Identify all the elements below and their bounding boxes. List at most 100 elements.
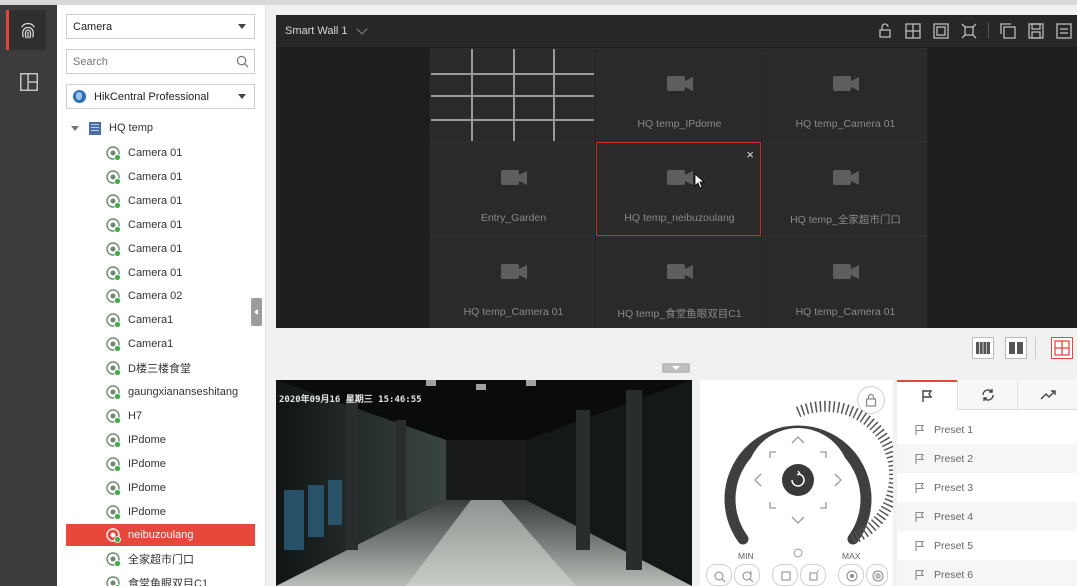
rail-item-monitoring[interactable] (6, 10, 46, 50)
wall-window[interactable]: HQ temp_Camera 01 (430, 236, 595, 330)
tree-item-camera[interactable]: Camera 01 (66, 262, 255, 284)
preset-row[interactable]: Preset 1 (897, 415, 1077, 444)
preset-label: Preset 2 (934, 452, 974, 465)
roaming-window-icon[interactable] (932, 22, 950, 40)
tree-root-area[interactable]: HQ temp (71, 118, 153, 138)
tree-item-label: gaungxiananseshitang (128, 386, 239, 398)
split-toggle-handle[interactable] (662, 363, 690, 373)
preset-row[interactable]: Preset 2 (897, 444, 1077, 473)
camera-online-icon (106, 265, 121, 281)
preset-flag-icon (915, 511, 924, 522)
search-icon[interactable] (236, 55, 249, 68)
wall-window[interactable]: Entry_Garden (430, 142, 595, 236)
tree-item-camera[interactable]: gaungxiananseshitang (66, 381, 255, 403)
window-division-icon[interactable] (904, 22, 922, 40)
tree-item-camera[interactable]: Camera 01 (66, 166, 255, 188)
tree-item-label: Camera 02 (128, 290, 183, 303)
smart-wall-header: Smart Wall 1 (276, 15, 1077, 47)
camera-online-icon (106, 217, 121, 233)
camera-online-icon (106, 289, 121, 305)
wall-window[interactable]: HQ temp_neibuzoulang × (596, 142, 761, 236)
iris-open-icon (872, 570, 884, 582)
camera-online-icon (106, 409, 121, 424)
save-icon[interactable] (1027, 22, 1045, 40)
focus-near-button[interactable] (772, 564, 798, 586)
video-camera-icon (667, 76, 693, 91)
focus-far-icon (809, 570, 819, 581)
tree-item-camera[interactable]: Camera 01 (66, 142, 255, 164)
smart-wall: Smart Wall 1 HQ temp_IPdome HQ temp_Camer… (276, 15, 1077, 330)
mouse-cursor-icon (694, 173, 706, 189)
video-camera-icon (833, 76, 859, 91)
focus-far-button[interactable] (800, 564, 826, 586)
settings-icon[interactable] (1055, 22, 1073, 40)
video-osd-timestamp: 2020年09月16 星期三 15:46:55 (279, 395, 422, 405)
tree-item-camera[interactable]: IPdome (66, 429, 255, 451)
scene-icon[interactable] (960, 22, 978, 40)
preset-row[interactable]: Preset 6 (897, 560, 1077, 586)
tree-item-camera[interactable]: D楼三楼食堂 (66, 357, 255, 379)
zoom-out-button[interactable] (706, 564, 732, 586)
tree-item-camera[interactable]: Camera 01 (66, 190, 255, 212)
search-input[interactable] (67, 50, 227, 73)
copy-icon[interactable] (999, 22, 1017, 40)
zoom-in-button[interactable] (734, 564, 760, 586)
layout-bar-divider (1035, 337, 1036, 359)
wall-window[interactable]: HQ temp_全家超市门口 (762, 142, 927, 236)
tree-item-camera[interactable]: neibuzoulang (66, 524, 255, 547)
camera-online-icon (106, 552, 121, 568)
tree-item-camera[interactable]: Camera 02 (66, 285, 255, 307)
patrol-icon (981, 388, 994, 401)
site-select[interactable]: HikCentral Professional (66, 84, 255, 109)
rail-item-layout[interactable] (9, 62, 49, 102)
tree-item-camera[interactable]: Camera1 (66, 333, 255, 355)
smart-wall-title[interactable]: Smart Wall 1 (285, 25, 348, 37)
zoom-out-icon (714, 571, 726, 583)
iris-open-button[interactable] (866, 564, 888, 586)
preset-row[interactable]: Preset 4 (897, 502, 1077, 531)
tree-item-camera[interactable]: Camera1 (66, 309, 255, 331)
tab-patrol[interactable] (957, 380, 1017, 410)
preset-row[interactable]: Preset 5 (897, 531, 1077, 560)
resource-type-select[interactable]: Camera (66, 14, 255, 39)
wall-window[interactable]: HQ temp_食堂鱼眼双目C1 (596, 236, 761, 330)
collapse-panel-handle[interactable] (251, 298, 262, 326)
ptz-direction-wheel[interactable] (700, 380, 893, 586)
iris-close-button[interactable] (838, 564, 864, 586)
camera-online-icon (106, 313, 121, 329)
expand-arrow-icon[interactable] (71, 125, 79, 131)
tab-preset[interactable] (897, 380, 957, 410)
grid-line (471, 49, 473, 141)
tree-item-camera[interactable]: Camera 01 (66, 214, 255, 236)
unlock-icon[interactable] (876, 22, 894, 40)
tab-pattern[interactable] (1017, 380, 1077, 410)
tree-root-label: HQ temp (109, 122, 154, 134)
preset-panel: Preset 1 Preset 2 Preset 3 Preset 4 Preset 5… (897, 380, 1077, 586)
chevron-down-icon[interactable] (355, 23, 368, 35)
tree-item-camera[interactable]: IPdome (66, 477, 255, 499)
layout-4-split-button[interactable] (972, 337, 994, 359)
tree-item-label: IPdome (128, 433, 166, 446)
wall-window[interactable]: HQ temp_IPdome (596, 48, 761, 142)
wall-window-split-grid[interactable] (430, 48, 595, 142)
tree-item-camera[interactable]: IPdome (66, 501, 255, 523)
close-icon[interactable]: × (746, 148, 754, 161)
live-preview[interactable]: 2020年09月16 星期三 15:46:55 (276, 380, 692, 586)
wall-window[interactable]: HQ temp_Camera 01 (762, 236, 927, 330)
tree-item-camera[interactable]: H7 (66, 405, 255, 427)
preset-row[interactable]: Preset 3 (897, 473, 1077, 502)
tree-item-label: 全家超市门口 (128, 554, 194, 567)
tree-item-camera[interactable]: 食堂鱼眼双目C1 (66, 572, 255, 586)
video-camera-icon (667, 264, 693, 279)
ptz-toggle-button[interactable] (1051, 337, 1073, 359)
tree-item-camera[interactable]: IPdome (66, 453, 255, 475)
globe-icon (73, 90, 86, 103)
tree-item-camera[interactable]: Camera 01 (66, 238, 255, 260)
wall-window[interactable]: HQ temp_Camera 01 (762, 48, 927, 142)
tree-item-camera[interactable]: 全家超市门口 (66, 548, 255, 570)
resource-panel: Camera HikCentral Professional HQ temp C… (57, 5, 266, 586)
layout-2-split-button[interactable] (1005, 337, 1027, 359)
tree-item-label: Camera 01 (128, 242, 183, 255)
pattern-icon (1040, 389, 1056, 399)
search-box[interactable] (66, 49, 255, 74)
